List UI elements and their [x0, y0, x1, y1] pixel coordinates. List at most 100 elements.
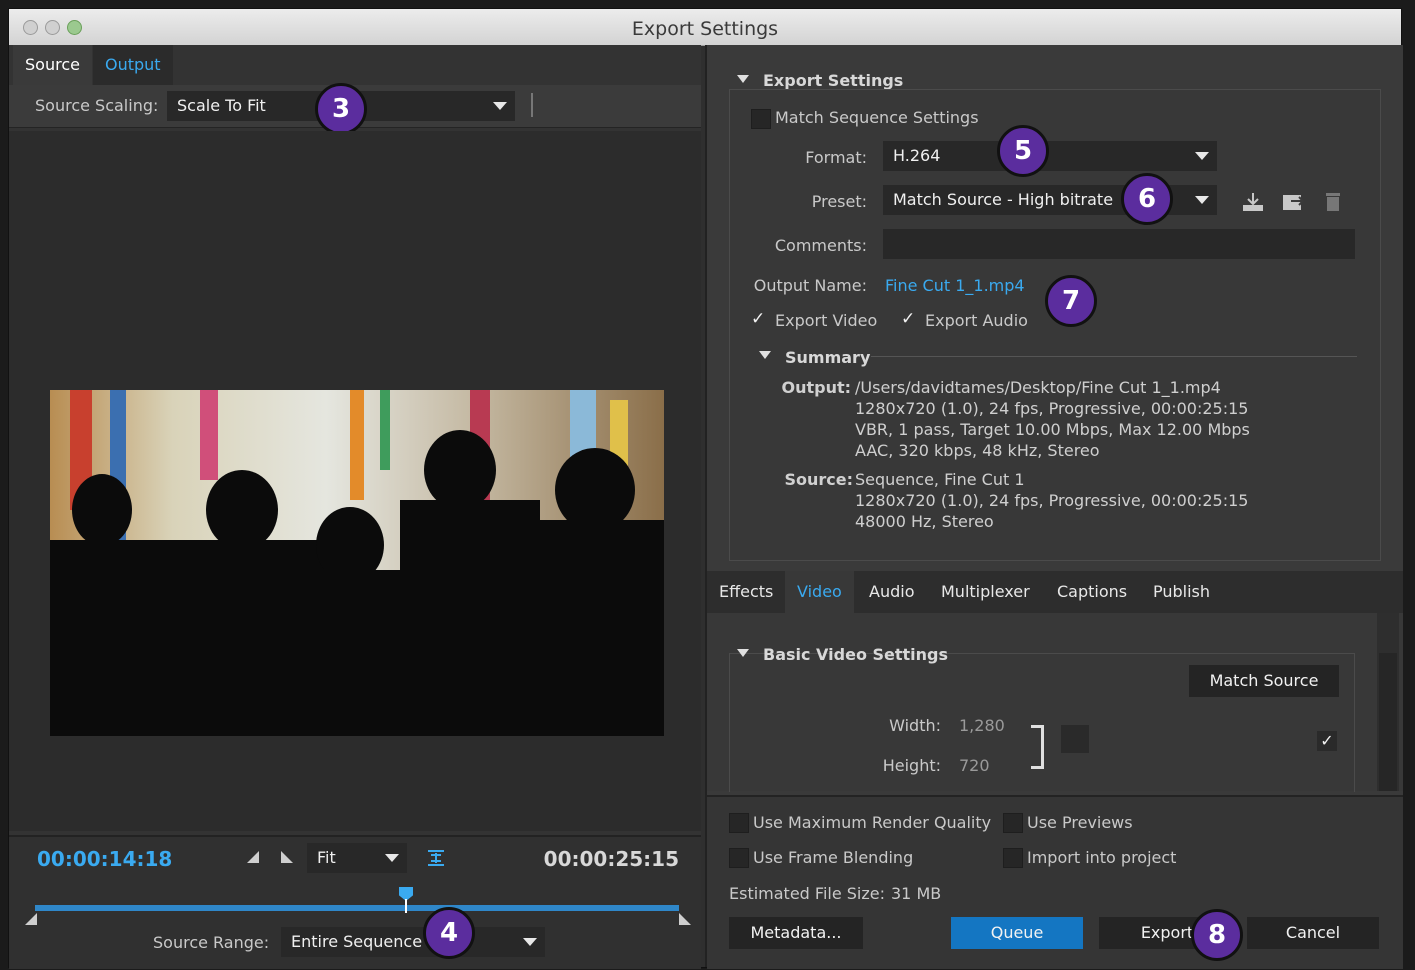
max-render-quality-label: Use Maximum Render Quality: [753, 813, 992, 832]
file-size-value: 31 MB: [891, 884, 942, 903]
link-dimensions-icon[interactable]: [1061, 725, 1089, 753]
crop-divider: [531, 93, 533, 117]
summary-source-line: Sequence, Fine Cut 1: [855, 470, 1025, 489]
comments-label: Comments:: [774, 236, 867, 255]
annotation-badge-3: 3: [315, 83, 367, 135]
source-range-select[interactable]: Entire Sequence: [281, 927, 545, 957]
output-name-link[interactable]: Fine Cut 1_1.mp4: [885, 276, 1025, 295]
width-label: Width:: [889, 716, 941, 735]
save-preset-icon[interactable]: [1241, 191, 1265, 213]
chevron-down-icon: [493, 102, 507, 110]
file-size-label: Estimated File Size:: [729, 884, 886, 903]
summary-output-line: /Users/davidtames/Desktop/Fine Cut 1_1.m…: [855, 378, 1221, 397]
tab-output[interactable]: Output: [93, 45, 173, 85]
match-source-button[interactable]: Match Source: [1189, 665, 1339, 697]
preview-panel: Source Output Source Scaling: Scale To F…: [9, 45, 701, 969]
auto-size-checkbox[interactable]: ✓: [1317, 731, 1337, 751]
use-previews-label: Use Previews: [1027, 813, 1133, 832]
summary-output-line: VBR, 1 pass, Target 10.00 Mbps, Max 12.0…: [855, 420, 1250, 439]
use-previews-checkbox[interactable]: [1003, 813, 1023, 833]
tab-source[interactable]: Source: [13, 45, 92, 85]
export-actions-panel: Use Maximum Render Quality Use Previews …: [707, 795, 1403, 969]
frame-blending-checkbox[interactable]: [729, 848, 749, 868]
title-bar: Export Settings: [9, 9, 1401, 46]
in-point-handle-icon[interactable]: [25, 913, 37, 925]
scrollbar[interactable]: [1377, 613, 1399, 791]
summary-source-label: Source:: [784, 470, 853, 489]
max-render-quality-checkbox[interactable]: [729, 813, 749, 833]
summary-output-label: Output:: [781, 378, 851, 397]
tab-captions[interactable]: Captions: [1045, 571, 1140, 613]
export-settings-window: Export Settings Source Output Source Sca…: [8, 8, 1403, 969]
video-preview-image: [50, 390, 664, 736]
video-frame: [50, 390, 664, 736]
playhead-line: [405, 899, 407, 913]
tab-video[interactable]: Video: [785, 571, 854, 613]
scrollbar-thumb[interactable]: [1379, 653, 1397, 791]
out-point-handle-icon[interactable]: [679, 913, 691, 925]
collapse-summary-icon[interactable]: [759, 351, 771, 359]
tab-publish[interactable]: Publish: [1141, 571, 1223, 613]
timeline-track[interactable]: [35, 905, 679, 911]
cancel-button[interactable]: Cancel: [1247, 917, 1379, 949]
format-select[interactable]: H.264: [883, 141, 1217, 171]
preset-label: Preset:: [811, 192, 867, 211]
tab-effects[interactable]: Effects: [707, 571, 786, 613]
chevron-down-icon: [523, 938, 537, 946]
tab-multiplexer[interactable]: Multiplexer: [929, 571, 1042, 613]
annotation-badge-5: 5: [997, 125, 1049, 177]
export-settings-panel: Export Settings Match Sequence Settings …: [705, 45, 1403, 969]
output-name-label: Output Name:: [753, 276, 867, 295]
annotation-badge-4: 4: [423, 907, 475, 959]
window-title: Export Settings: [631, 18, 779, 40]
source-scaling-value: Scale To Fit: [177, 96, 266, 115]
source-range-value: Entire Sequence: [291, 932, 423, 951]
chevron-down-icon: [1195, 152, 1209, 160]
source-range-label: Source Range:: [153, 933, 270, 952]
format-label: Format:: [805, 148, 867, 167]
queue-button[interactable]: Queue: [951, 917, 1083, 949]
delete-preset-icon[interactable]: [1323, 191, 1343, 213]
summary-divider: [871, 356, 1357, 357]
chevron-down-icon: [1195, 196, 1209, 204]
export-settings-header: Export Settings: [763, 71, 904, 90]
link-dimensions-bracket: [1031, 725, 1044, 769]
summary-output-line: 1280x720 (1.0), 24 fps, Progressive, 00:…: [855, 399, 1249, 418]
set-in-point-icon[interactable]: [247, 851, 259, 863]
match-sequence-label: Match Sequence Settings: [775, 108, 979, 127]
export-audio-label: Export Audio: [925, 311, 1028, 330]
annotation-badge-8: 8: [1191, 909, 1243, 961]
comments-input[interactable]: [883, 229, 1355, 259]
current-timecode[interactable]: 00:00:14:18: [37, 847, 172, 871]
source-scaling-label: Source Scaling:: [35, 96, 159, 115]
zoom-value: Fit: [317, 848, 336, 867]
metadata-button[interactable]: Metadata...: [729, 917, 863, 949]
format-value: H.264: [893, 146, 941, 165]
tab-audio[interactable]: Audio: [857, 571, 927, 613]
summary-output-line: AAC, 320 kbps, 48 kHz, Stereo: [855, 441, 1100, 460]
collapse-basic-video-icon[interactable]: [737, 649, 749, 657]
zoom-select[interactable]: Fit: [307, 843, 407, 873]
preset-value: Match Source - High bitrate: [893, 190, 1114, 209]
export-audio-checkbox[interactable]: ✓: [901, 309, 915, 329]
summary-source-line: 1280x720 (1.0), 24 fps, Progressive, 00:…: [855, 491, 1249, 510]
match-sequence-checkbox[interactable]: [751, 109, 771, 129]
height-value[interactable]: 720: [959, 756, 990, 775]
timeline-panel: 00:00:14:18 Fit 00:00:25:15 Source Range…: [9, 835, 701, 969]
summary-source-line: 48000 Hz, Stereo: [855, 512, 994, 531]
settings-tabs: Effects Video Audio Multiplexer Captions…: [707, 571, 1403, 613]
height-label: Height:: [882, 756, 941, 775]
annotation-badge-7: 7: [1045, 275, 1097, 327]
basic-video-header: Basic Video Settings: [763, 645, 949, 664]
aspect-correction-icon[interactable]: [427, 849, 445, 867]
import-into-project-checkbox[interactable]: [1003, 848, 1023, 868]
export-video-checkbox[interactable]: ✓: [751, 309, 765, 329]
chevron-down-icon: [385, 854, 399, 862]
set-out-point-icon[interactable]: [281, 851, 293, 863]
total-duration: 00:00:25:15: [543, 847, 679, 871]
annotation-badge-6: 6: [1121, 173, 1173, 225]
import-preset-icon[interactable]: [1281, 191, 1305, 213]
width-value[interactable]: 1,280: [959, 716, 1005, 735]
collapse-export-settings-icon[interactable]: [737, 75, 749, 83]
video-settings-pane: Basic Video Settings Match Source Width:…: [707, 613, 1403, 792]
